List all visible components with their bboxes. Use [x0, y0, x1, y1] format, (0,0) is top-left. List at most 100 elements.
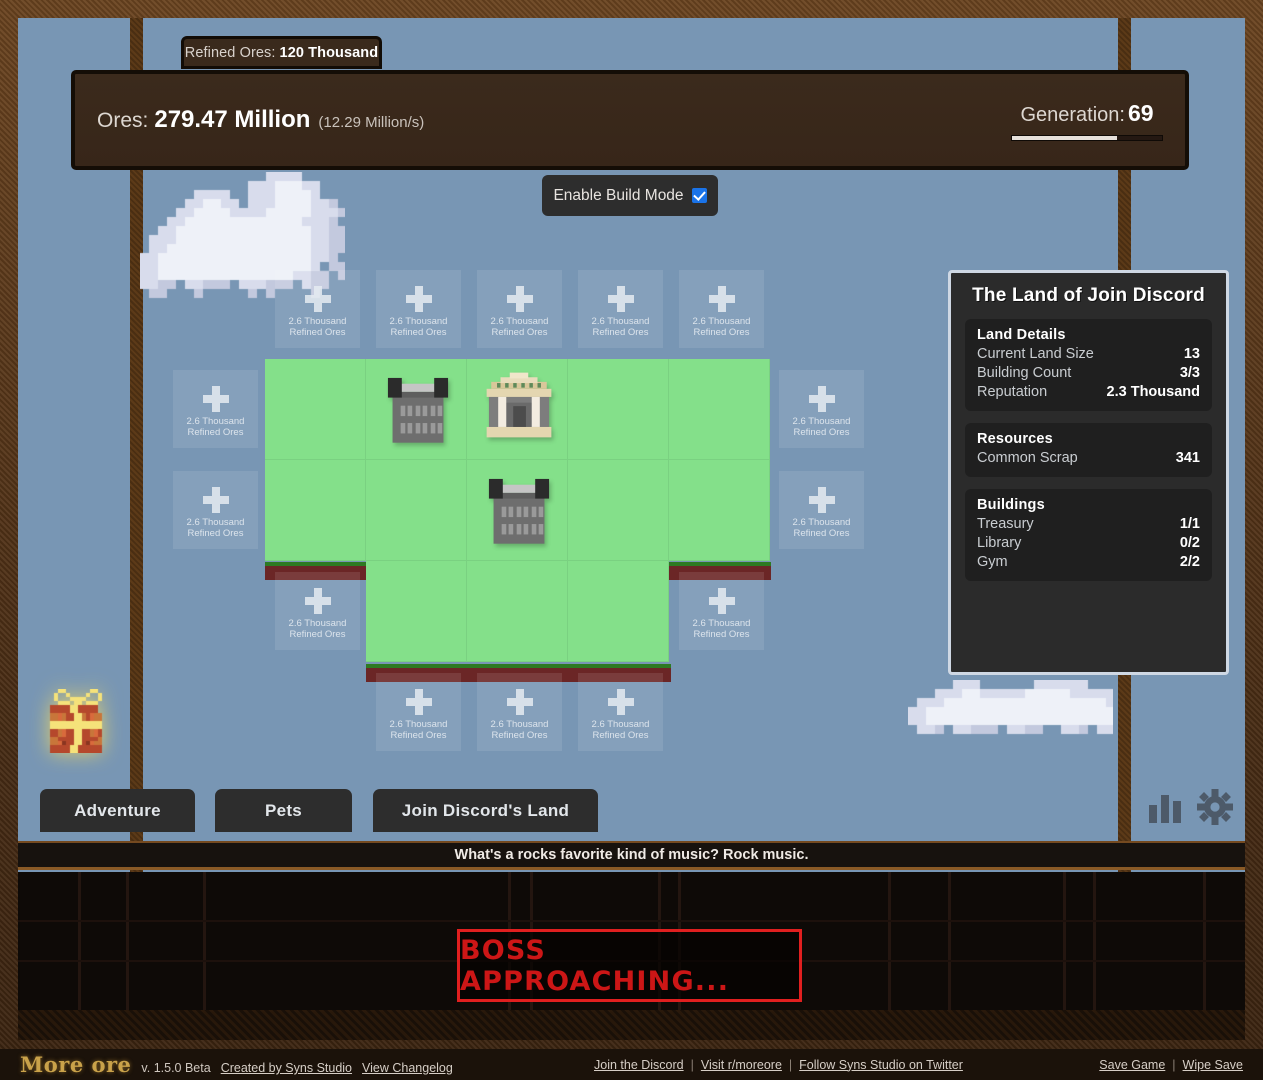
land-plot[interactable] [467, 561, 568, 662]
generation-display: Generation: 69 [1011, 100, 1163, 141]
buy-land-tile[interactable]: 2.6 Thousand Refined Ores [376, 673, 461, 751]
settings-gear-icon[interactable] [1197, 789, 1233, 825]
buy-land-tile[interactable]: 2.6 Thousand Refined Ores [578, 673, 663, 751]
land-tile-cost: 2.6 Thousand Refined Ores [792, 416, 851, 438]
land-stat-label: Library [977, 535, 1022, 551]
link-view-changelog[interactable]: View Changelog [362, 1061, 453, 1075]
link-join-discord[interactable]: Join the Discord [594, 1058, 684, 1072]
land-plot[interactable] [669, 359, 770, 460]
land-plot[interactable] [265, 359, 366, 460]
ores-per-second: (12.29 Million/s) [318, 114, 425, 131]
build-mode-checkbox[interactable] [691, 188, 707, 203]
land-stat-row: Library 0/2 [977, 534, 1200, 553]
buy-land-tile[interactable]: 2.6 Thousand Refined Ores [477, 673, 562, 751]
buy-land-tile[interactable]: 2.6 Thousand Refined Ores [173, 370, 258, 448]
plus-icon [201, 384, 231, 414]
land-plot[interactable] [265, 460, 366, 561]
land-tile-cost: 2.6 Thousand Refined Ores [692, 618, 751, 640]
gym-building-icon[interactable] [381, 371, 455, 445]
tab-pets-label: Pets [264, 800, 303, 820]
land-panel-title: The Land of Join Discord [972, 285, 1205, 306]
mine-beam [203, 872, 206, 1012]
buy-land-tile[interactable]: 2.6 Thousand Refined Ores [275, 270, 360, 348]
ores-value: 279.47 Million [154, 106, 311, 133]
land-plot[interactable] [568, 561, 669, 662]
footer-left-group: More ore v. 1.5.0 Beta Created by Syns S… [20, 1052, 453, 1077]
land-stat-label: Gym [977, 554, 1008, 570]
gift-box-icon[interactable] [42, 689, 106, 753]
link-save-game[interactable]: Save Game [1099, 1058, 1165, 1072]
buy-land-tile[interactable]: 2.6 Thousand Refined Ores [173, 471, 258, 549]
footer-separator: | [1172, 1057, 1176, 1072]
joke-text: What's a rocks favorite kind of music? R… [454, 847, 809, 863]
link-follow-twitter[interactable]: Follow Syns Studio on Twitter [799, 1058, 963, 1072]
plus-icon [303, 284, 333, 314]
buy-land-tile[interactable]: 2.6 Thousand Refined Ores [275, 572, 360, 650]
land-section-heading: Resources [977, 431, 1053, 447]
mine-beam [948, 872, 951, 1012]
buy-land-tile[interactable]: 2.6 Thousand Refined Ores [578, 270, 663, 348]
buy-land-tile[interactable]: 2.6 Thousand Refined Ores [679, 572, 764, 650]
land-panel-sections: Land Details Current Land Size 13 Building … [965, 319, 1212, 581]
plus-icon [606, 687, 636, 717]
land-tile-cost: 2.6 Thousand Refined Ores [591, 316, 650, 338]
buy-land-tile[interactable]: 2.6 Thousand Refined Ores [779, 370, 864, 448]
land-stat-label: Reputation [977, 384, 1048, 400]
land-stat-row: Treasury 1/1 [977, 515, 1200, 534]
buy-land-tile[interactable]: 2.6 Thousand Refined Ores [477, 270, 562, 348]
stats-icon[interactable] [1147, 791, 1185, 825]
footer-right-group: Save Game | Wipe Save [1099, 1058, 1243, 1072]
buy-land-tile[interactable]: 2.6 Thousand Refined Ores [376, 270, 461, 348]
game-logo: More ore [20, 1052, 132, 1077]
link-created-by[interactable]: Created by Syns Studio [221, 1061, 352, 1075]
land-tile-cost: 2.6 Thousand Refined Ores [186, 416, 245, 438]
land-plot[interactable] [366, 561, 467, 662]
land-plot[interactable] [568, 460, 669, 561]
tab-pets[interactable]: Pets [215, 789, 352, 832]
refined-ores-value: 120 Thousand [279, 44, 379, 61]
tab-join-discords-land[interactable]: Join Discord's Land [373, 789, 598, 832]
land-stat-label: Building Count [977, 365, 1072, 381]
plus-icon [303, 586, 333, 616]
plus-icon [606, 284, 636, 314]
land-stat-label: Current Land Size [977, 346, 1094, 362]
enable-build-mode-toggle[interactable]: Enable Build Mode [542, 175, 718, 216]
plus-icon [201, 485, 231, 515]
buy-land-tile[interactable]: 2.6 Thousand Refined Ores [779, 471, 864, 549]
land-section-land-details: Land Details Current Land Size 13 Building … [965, 319, 1212, 411]
land-plot[interactable] [568, 359, 669, 460]
land-stat-row: Current Land Size 13 [977, 345, 1200, 364]
joke-ticker: What's a rocks favorite kind of music? R… [18, 841, 1245, 870]
land-plot[interactable] [366, 460, 467, 561]
ore-status-bar: Ores: 279.47 Million (12.29 Million/s) G… [71, 70, 1189, 170]
footer-separator: | [690, 1057, 694, 1072]
land-stat-row: Building Count 3/3 [977, 364, 1200, 383]
land-stat-value: 3/3 [1179, 365, 1200, 381]
mine-beam [1063, 872, 1066, 1012]
land-stat-label: Common Scrap [977, 450, 1078, 466]
link-visit-subreddit[interactable]: Visit r/moreore [701, 1058, 782, 1072]
land-tile-cost: 2.6 Thousand Refined Ores [591, 719, 650, 741]
mine-floor [18, 1010, 1245, 1040]
refined-ores-display: Refined Ores: 120 Thousand [181, 36, 382, 69]
game-window: Refined Ores: 120 Thousand Ores: 279.47 … [0, 0, 1263, 1080]
link-wipe-save[interactable]: Wipe Save [1183, 1058, 1243, 1072]
plus-icon [807, 485, 837, 515]
land-stat-row: Reputation 2.3 Thousand [977, 383, 1200, 402]
footer-center-group: Join the Discord | Visit r/moreore | Fol… [594, 1058, 963, 1072]
land-plot[interactable] [669, 460, 770, 561]
cloud-decoration-right [908, 680, 1113, 740]
generation-label: Generation: [1020, 103, 1125, 126]
gym-building-icon[interactable] [482, 472, 556, 546]
treasury-building-icon[interactable] [482, 368, 556, 442]
land-stat-row: Gym 2/2 [977, 553, 1200, 572]
plus-icon [807, 384, 837, 414]
mine-beam [1203, 872, 1206, 1012]
land-section-heading: Land Details [977, 327, 1066, 343]
mine-beam [78, 872, 81, 1012]
buy-land-tile[interactable]: 2.6 Thousand Refined Ores [679, 270, 764, 348]
land-section-buildings: Buildings Treasury 1/1 Library 0/2 Gym 2/2 [965, 489, 1212, 581]
plus-icon [707, 284, 737, 314]
land-section-heading: Buildings [977, 497, 1045, 513]
tab-adventure[interactable]: Adventure [40, 789, 195, 832]
